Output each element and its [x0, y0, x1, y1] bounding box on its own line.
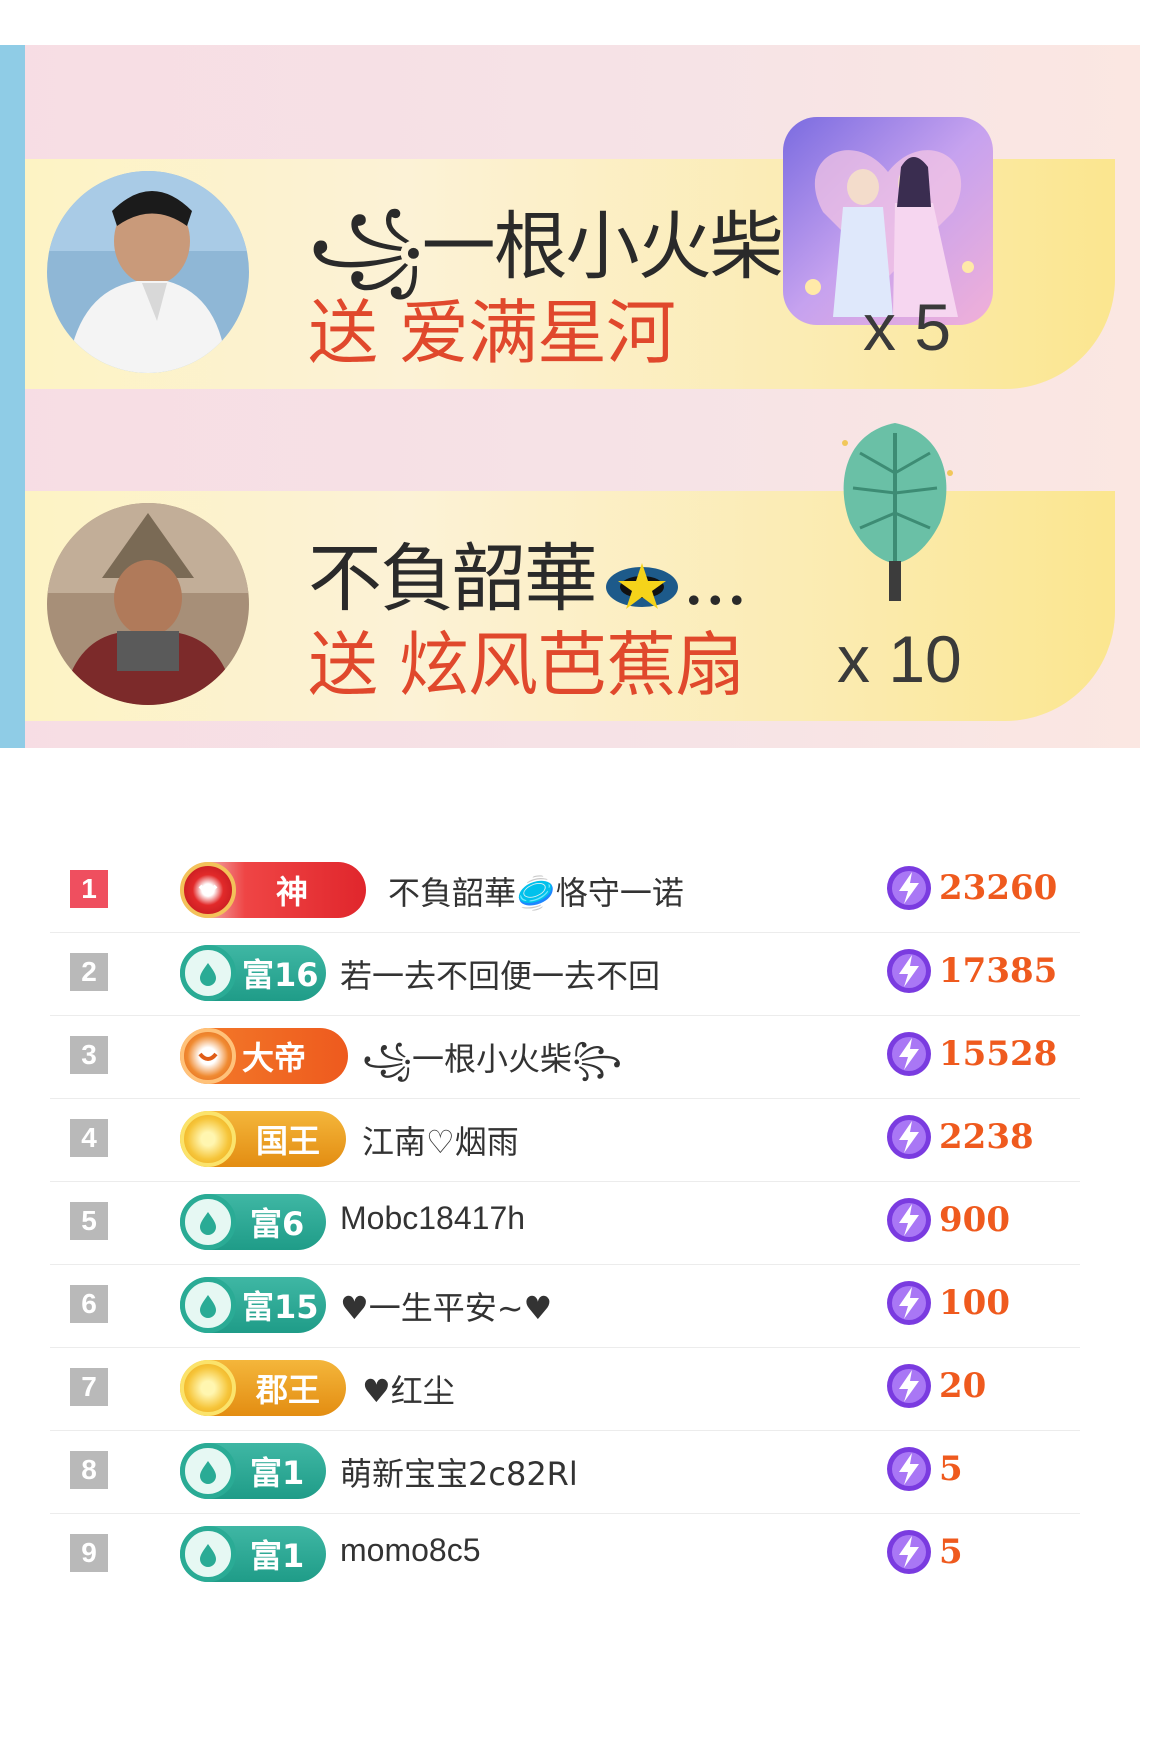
rank-number: 1 [70, 870, 108, 908]
ranking-row[interactable]: 1 神 不負韶華🥏恪守一诺 23260 [50, 850, 1080, 933]
medal-icon [180, 1194, 236, 1250]
gift-notification: 不負韶華... 送炫风芭蕉扇 x 10 [25, 423, 1140, 721]
ranking-row[interactable]: 7 郡王 ♥红尘 20 [50, 1348, 1080, 1431]
rank-number: 8 [70, 1451, 108, 1489]
medal-icon [180, 1443, 236, 1499]
lightning-coin-icon [887, 1198, 931, 1242]
lightning-coin-icon [887, 1530, 931, 1574]
rank-number: 3 [70, 1036, 108, 1074]
ranking-row[interactable]: 3 大帝 ꧁一根小火柴꧂ 15528 [50, 1016, 1080, 1099]
level-badge: 神 [180, 862, 366, 918]
level-badge: 富6 [180, 1194, 326, 1250]
level-badge: 富15 [180, 1277, 326, 1333]
gift-name: 爱满星河 [399, 292, 676, 374]
score: 20 [885, 1362, 986, 1410]
score: 5 [885, 1445, 963, 1493]
gift-count: x 10 [837, 622, 962, 696]
user-name[interactable]: ♥红尘 [362, 1366, 455, 1412]
user-name[interactable]: ♥一生平安~♥ [340, 1283, 552, 1329]
gift-notification: ꧁一根小火柴꧂ 送爱满星河 x 5 [25, 117, 1140, 389]
ranking-row[interactable]: 5 富6 Mobc18417h 900 [50, 1182, 1080, 1265]
score: 100 [885, 1279, 1010, 1327]
rank-number: 5 [70, 1202, 108, 1240]
lightning-coin-icon [887, 1032, 931, 1076]
score: 17385 [885, 947, 1057, 995]
avatar[interactable] [47, 171, 249, 373]
user-name[interactable]: momo8c5 [340, 1532, 481, 1569]
medal-icon [180, 1526, 236, 1582]
ranking-row[interactable]: 2 富16 若一去不回便一去不回 17385 [50, 933, 1080, 1016]
lightning-coin-icon [887, 1115, 931, 1159]
score: 2238 [885, 1113, 1034, 1161]
ranking-row[interactable]: 4 国王 江南♡烟雨 2238 [50, 1099, 1080, 1182]
medal-icon [180, 1277, 236, 1333]
lightning-coin-icon [887, 949, 931, 993]
level-badge: 大帝 [180, 1028, 348, 1084]
rank-number: 6 [70, 1285, 108, 1323]
score: 23260 [885, 864, 1057, 912]
user-name[interactable]: ꧁一根小火柴꧂ [362, 1034, 622, 1100]
ranking-row[interactable]: 9 富1 momo8c5 5 [50, 1514, 1080, 1596]
lightning-coin-icon [887, 1364, 931, 1408]
send-verb: 送 [308, 624, 378, 706]
send-verb: 送 [308, 292, 378, 374]
level-badge: 郡王 [180, 1360, 346, 1416]
lightning-coin-icon [887, 1281, 931, 1325]
level-badge: 富1 [180, 1443, 326, 1499]
user-name[interactable]: 若一去不回便一去不回 [340, 951, 660, 997]
medal-icon [180, 1360, 236, 1416]
level-badge: 富1 [180, 1526, 326, 1582]
user-name[interactable]: 萌新宝宝2c82Rl [340, 1449, 578, 1495]
user-name[interactable]: 不負韶華🥏恪守一诺 [388, 868, 684, 914]
medal-icon [180, 945, 236, 1001]
level-badge: 富16 [180, 945, 326, 1001]
ranking-row[interactable]: 6 富15 ♥一生平安~♥ 100 [50, 1265, 1080, 1348]
disc-emoji-icon [606, 562, 678, 609]
user-name[interactable]: 江南♡烟雨 [362, 1117, 519, 1163]
gift-banner: ꧁一根小火柴꧂ 送爱满星河 x 5 不負韶華 ... 送 炫风芭蕉扇 x 10 [0, 45, 1140, 748]
rank-number: 9 [70, 1534, 108, 1572]
gift-description: 送炫风芭蕉扇 [308, 609, 745, 710]
rank-number: 4 [70, 1119, 108, 1157]
gift-description: 送爱满星河 [308, 277, 676, 378]
gift-count: x 5 [863, 290, 952, 364]
rank-number: 2 [70, 953, 108, 991]
gift-name: 炫风芭蕉扇 [399, 624, 745, 706]
banana-fan-gift-icon [825, 413, 965, 613]
ranking-row[interactable]: 8 富1 萌新宝宝2c82Rl 5 [50, 1431, 1080, 1514]
score: 900 [885, 1196, 1010, 1244]
medal-icon [180, 1111, 236, 1167]
level-badge: 国王 [180, 1111, 346, 1167]
lightning-coin-icon [887, 1447, 931, 1491]
lightning-coin-icon [887, 866, 931, 910]
avatar[interactable] [47, 503, 249, 705]
score: 15528 [885, 1030, 1057, 1078]
score: 5 [885, 1528, 963, 1576]
rank-number: 7 [70, 1368, 108, 1406]
medal-icon [180, 1028, 236, 1084]
user-name[interactable]: Mobc18417h [340, 1200, 525, 1237]
banner-stripe [0, 45, 25, 748]
medal-icon [180, 862, 236, 918]
contribution-ranking-list: 1 神 不負韶華🥏恪守一诺 23260 2 富16 若一去不回便一去不回 173… [50, 850, 1080, 1596]
